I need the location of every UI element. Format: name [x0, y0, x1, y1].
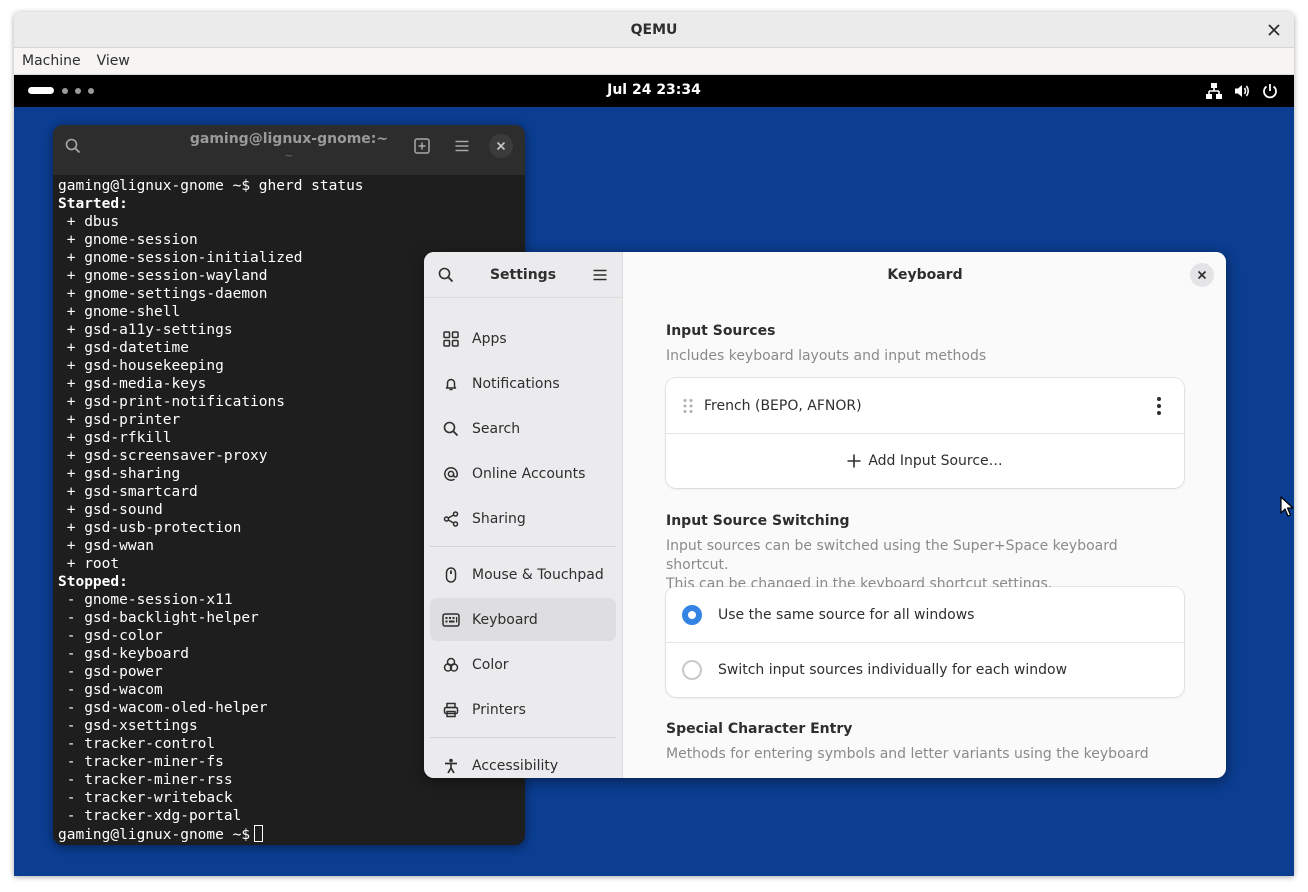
qemu-window-title: QEMU: [630, 21, 678, 38]
input-source-label: French (BEPO, AFNOR): [704, 397, 862, 414]
guest-desktop: Jul 24 23:34 gaming@lignux-gnome:~ ~ gam…: [14, 75, 1294, 876]
sidebar-group-2: Mouse & Touchpad Keyboard Color Printers: [424, 553, 622, 731]
sidebar-header: Settings: [424, 252, 622, 298]
terminal-line: gaming@lignux-gnome ~$ gherd status: [58, 178, 364, 194]
input-sources-card: French (BEPO, AFNOR) Add Input Source…: [666, 378, 1184, 488]
sidebar-item-label: Notifications: [472, 375, 560, 392]
clock[interactable]: Jul 24 23:34: [14, 82, 1294, 98]
keyboard-icon: [442, 611, 460, 629]
radio-same-source[interactable]: [682, 604, 702, 625]
terminal-cursor: [254, 825, 264, 842]
add-input-source-label: Add Input Source…: [868, 453, 1003, 469]
sidebar-item-notifications[interactable]: Notifications: [430, 362, 616, 405]
settings-window[interactable]: Settings Apps Notifications Search Online A…: [424, 252, 1226, 778]
drag-handle-icon[interactable]: [682, 398, 694, 414]
add-input-source-button[interactable]: Add Input Source…: [666, 433, 1184, 488]
printer-icon: [442, 701, 460, 719]
sidebar-group-3: Accessibility: [424, 744, 622, 778]
more-options-icon[interactable]: [1156, 396, 1162, 416]
radio-individual-source[interactable]: [682, 660, 702, 680]
sidebar-item-sharing[interactable]: Sharing: [430, 497, 616, 540]
sidebar-item-label: Accessibility: [472, 757, 559, 774]
sidebar-item-label: Keyboard: [472, 611, 538, 628]
mouse-pointer-icon: [1280, 496, 1294, 518]
apps-grid-icon: [442, 330, 460, 348]
terminal-line: + dbus: [58, 214, 120, 230]
settings-close-icon[interactable]: [1190, 263, 1214, 287]
radio-same-source-row[interactable]: Use the same source for all windows: [666, 587, 1184, 642]
sidebar-item-color[interactable]: Color: [430, 643, 616, 686]
color-icon: [442, 656, 460, 674]
mouse-icon: [442, 566, 460, 584]
special-character-title: Special Character Entry: [666, 721, 853, 737]
keyboard-panel: Keyboard Input Sources Includes keyboard…: [624, 252, 1226, 778]
content-header: Keyboard: [624, 252, 1226, 298]
terminal-headerbar: gaming@lignux-gnome:~ ~: [53, 125, 525, 175]
sidebar-divider: [430, 546, 616, 547]
terminal-line: + gnome-session: [58, 232, 198, 248]
terminal-line: - tracker-xdg-portal: [58, 808, 242, 824]
sidebar-item-label: Color: [472, 656, 509, 673]
sidebar-title: Settings: [489, 266, 557, 283]
input-switching-title: Input Source Switching: [666, 513, 850, 529]
search-icon: [442, 420, 460, 438]
terminal-prompt: gaming@lignux-gnome ~$: [58, 827, 251, 843]
input-sources-title: Input Sources: [666, 323, 776, 339]
sidebar-divider: [430, 737, 616, 738]
terminal-line: Started:: [58, 196, 128, 212]
system-tray[interactable]: [1196, 81, 1280, 101]
settings-search-icon[interactable]: [435, 264, 457, 286]
qemu-close-icon[interactable]: [1264, 20, 1284, 40]
menu-view[interactable]: View: [97, 53, 130, 69]
sidebar-item-apps[interactable]: Apps: [430, 317, 616, 360]
sidebar-item-label: Online Accounts: [472, 465, 586, 482]
plus-icon: [847, 454, 861, 468]
radio-same-source-label: Use the same source for all windows: [718, 606, 975, 623]
input-sources-description: Includes keyboard layouts and input meth…: [666, 348, 987, 364]
accessibility-icon: [442, 757, 460, 775]
input-source-row[interactable]: French (BEPO, AFNOR): [666, 378, 1184, 433]
power-icon[interactable]: [1260, 81, 1280, 101]
sidebar-item-keyboard[interactable]: Keyboard: [430, 598, 616, 641]
sidebar-item-label: Search: [472, 420, 521, 437]
sidebar-item-mouse-touchpad[interactable]: Mouse & Touchpad: [430, 553, 616, 596]
radio-individual-source-label: Switch input sources individually for ea…: [718, 662, 1068, 678]
input-switching-card: Use the same source for all windows Swit…: [666, 587, 1184, 697]
sidebar-item-printers[interactable]: Printers: [430, 688, 616, 731]
sidebar-item-label: Printers: [472, 701, 526, 718]
menu-machine[interactable]: Machine: [22, 53, 81, 69]
qemu-menubar: Machine View: [14, 48, 1294, 75]
input-switching-description: Input sources can be switched using the …: [666, 537, 1166, 594]
network-wired-icon[interactable]: [1204, 81, 1224, 101]
settings-sidebar: Settings Apps Notifications Search Online A…: [424, 252, 623, 778]
terminal-line: - tracker-writeback: [58, 790, 233, 806]
sidebar-group-1: Apps Notifications Search Online Accounts Sh…: [424, 317, 622, 540]
sidebar-item-accessibility[interactable]: Accessibility: [430, 744, 616, 778]
volume-icon[interactable]: [1232, 81, 1252, 101]
radio-individual-source-row[interactable]: Switch input sources individually for ea…: [666, 642, 1184, 697]
qemu-window: QEMU Machine View Jul 24 23:34 gaming@li…: [14, 12, 1294, 876]
terminal-close-icon[interactable]: [489, 134, 513, 158]
sidebar-item-label: Mouse & Touchpad: [472, 566, 604, 583]
gnome-top-bar: Jul 24 23:34: [14, 75, 1294, 107]
sidebar-item-label: Apps: [472, 330, 507, 347]
new-tab-icon[interactable]: [410, 134, 434, 158]
special-character-description: Methods for entering symbols and letter …: [666, 746, 1149, 762]
terminal-menu-icon[interactable]: [450, 134, 474, 158]
at-sign-icon: [442, 465, 460, 483]
input-switching-description-line-1: Input sources can be switched using the …: [666, 538, 1118, 573]
bell-icon: [442, 375, 460, 393]
sidebar-item-search[interactable]: Search: [430, 407, 616, 450]
sidebar-item-label: Sharing: [472, 510, 526, 527]
qemu-titlebar: QEMU: [14, 12, 1294, 48]
page-title: Keyboard: [887, 267, 963, 283]
share-icon: [442, 510, 460, 528]
settings-menu-icon[interactable]: [589, 264, 611, 286]
terminal-prompt-line[interactable]: gaming@lignux-gnome ~$: [58, 825, 525, 844]
sidebar-item-online-accounts[interactable]: Online Accounts: [430, 452, 616, 495]
